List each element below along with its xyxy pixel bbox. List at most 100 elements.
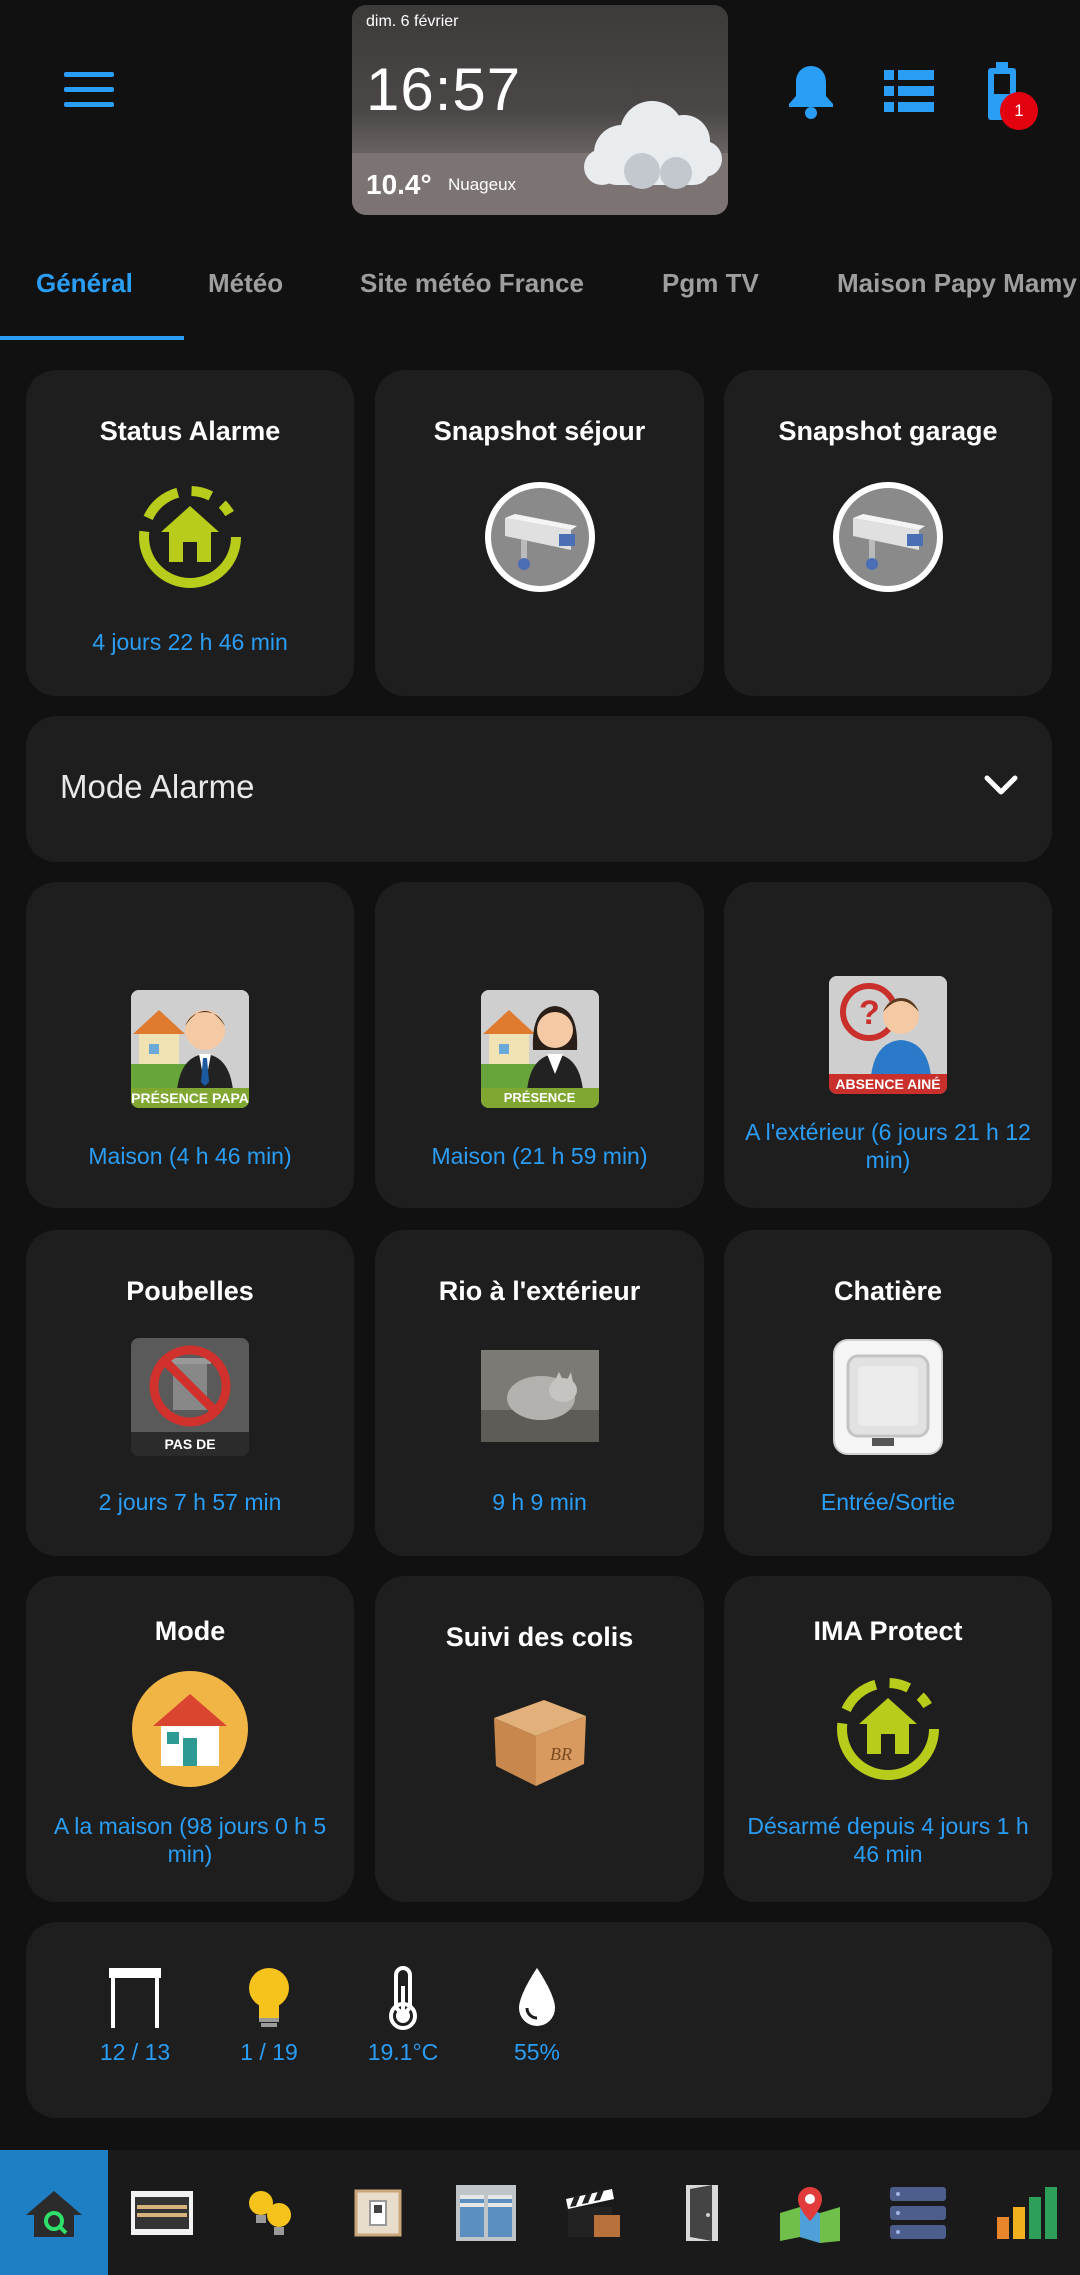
nav-lights[interactable] (216, 2150, 324, 2275)
nav-map[interactable] (756, 2150, 864, 2275)
alarm-house-icon (139, 486, 241, 588)
card-title: Chatière (833, 1276, 943, 1306)
card-ima-protect[interactable]: IMA Protect Désarmé depuis 4 jours 1 h 4… (724, 1576, 1052, 1902)
package-icon: BR (493, 1700, 586, 1786)
tab-maison-papy-mamy[interactable]: Maison Papy Mamy (837, 268, 1077, 299)
card-chatiere[interactable]: Chatière Entrée/Sortie (724, 1230, 1052, 1556)
tab-general[interactable]: Général (36, 268, 133, 299)
light-bulb-icon (249, 1968, 289, 2027)
weather-temperature: 10.4° (366, 169, 432, 200)
cloud-icon (584, 101, 722, 189)
card-state: Entrée/Sortie (820, 1489, 956, 1515)
cat-flap-icon (833, 1339, 943, 1455)
card-title: Mode (154, 1616, 226, 1646)
active-tab-indicator (0, 336, 184, 340)
clapperboard-icon (566, 2188, 620, 2237)
shutters-icon (456, 2184, 516, 2241)
person-woman-icon: PRÉSENCE MAMAN (480, 990, 599, 1108)
mode-alarme-select[interactable]: Mode Alarme (26, 716, 1052, 862)
weather-condition: Nuageux (448, 175, 517, 194)
sensor-shutters[interactable]: 12 / 13 (80, 1966, 190, 2066)
presence-badge: PRÉSENCE PAPA (131, 1088, 249, 1108)
bell-icon[interactable] (786, 62, 836, 120)
nav-blinds[interactable] (108, 2150, 216, 2275)
card-state: Maison (21 h 59 min) (431, 1143, 648, 1169)
shutter-icon (109, 1968, 161, 2028)
sensor-value: 12 / 13 (99, 2039, 171, 2065)
person-man-icon: PRÉSENCE PAPA (131, 990, 249, 1108)
card-title: Rio à l'extérieur (438, 1276, 641, 1306)
alarm-house-icon (837, 1678, 939, 1780)
water-drop-icon (519, 1968, 555, 2026)
card-title: Status Alarme (99, 416, 281, 446)
svg-text:?: ? (859, 994, 880, 1032)
light-bulbs-icon (249, 2190, 291, 2235)
presence-badge: PRÉSENCE MAMAN (480, 1088, 599, 1108)
card-mode[interactable]: Mode A la maison (98 jours 0 h 5 min) (26, 1576, 354, 1902)
card-snapshot-sejour[interactable]: Snapshot séjour (375, 370, 704, 696)
card-state: A la maison (98 jours 0 h 5 min) (53, 1813, 327, 1867)
sensor-value: 19.1°C (367, 2039, 439, 2065)
tab-pgm-tv[interactable]: Pgm TV (662, 268, 759, 299)
card-state: Désarmé depuis 4 jours 1 h 46 min (747, 1813, 1029, 1867)
sensor-temperature[interactable]: 19.1°C (348, 1966, 458, 2066)
card-rio[interactable]: Rio à l'extérieur 9 h 9 min (375, 1230, 704, 1556)
camera-icon (833, 482, 943, 592)
card-state: Maison (4 h 46 min) (88, 1143, 292, 1169)
card-state: 9 h 9 min (492, 1489, 587, 1515)
sensor-value: 55% (513, 2039, 561, 2065)
nav-stats[interactable] (972, 2150, 1080, 2275)
thermometer-icon (389, 1966, 417, 2030)
map-icon (780, 2186, 840, 2243)
nav-media[interactable] (540, 2150, 648, 2275)
card-state: 4 jours 22 h 46 min (92, 629, 288, 655)
bar-chart-icon (997, 2186, 1057, 2239)
card-presence-papa[interactable]: PRÉSENCE PAPA Maison (4 h 46 min) (26, 882, 354, 1208)
door-icon (686, 2184, 718, 2241)
cat-photo-icon (480, 1350, 599, 1442)
tab-site-meteo-france[interactable]: Site météo France (360, 268, 584, 299)
blinds-icon (131, 2190, 193, 2235)
card-title: Suivi des colis (445, 1622, 634, 1652)
sensors-card: 12 / 13 1 / 19 19.1°C 55% (26, 1922, 1052, 2118)
card-suivi-colis[interactable]: Suivi des colis BR (375, 1576, 704, 1902)
card-status-alarme[interactable]: Status Alarme 4 jours 22 h 46 min (26, 370, 354, 696)
svg-text:BR: BR (550, 1744, 572, 1764)
card-presence-maman[interactable]: PRÉSENCE MAMAN Maison (21 h 59 min) (375, 882, 704, 1208)
sensor-value: 1 / 19 (240, 2039, 298, 2065)
chevron-down-icon[interactable] (984, 774, 1018, 796)
nav-server[interactable] (864, 2150, 972, 2275)
bottom-navigation (0, 2150, 1080, 2275)
card-poubelles[interactable]: Poubelles PAS DE POUBELLE 2 jours 7 h 57… (26, 1230, 354, 1556)
nav-home[interactable] (0, 2150, 108, 2275)
hamburger-menu-icon[interactable] (64, 72, 114, 108)
weather-date: dim. 6 février (366, 13, 459, 30)
card-title: Snapshot garage (778, 416, 998, 446)
nav-shutters[interactable] (432, 2150, 540, 2275)
card-title: Poubelles (126, 1276, 254, 1306)
nav-door[interactable] (648, 2150, 756, 2275)
home-search-icon (26, 2190, 82, 2237)
home-icon (132, 1671, 248, 1787)
camera-icon (484, 482, 595, 592)
card-snapshot-garage[interactable]: Snapshot garage (724, 370, 1052, 696)
card-absence-aine[interactable]: ? ABSENCE AINÉ A l'extérieur (6 jours 21… (724, 882, 1052, 1208)
presence-badge: ABSENCE AINÉ (829, 1074, 947, 1094)
notification-badge: 1 (1000, 92, 1038, 130)
switch-icon (354, 2189, 402, 2236)
weather-time: 16:57 (366, 56, 522, 123)
tab-bar: Général Météo Site météo France Pgm TV M… (0, 240, 1080, 340)
sensor-lights[interactable]: 1 / 19 (214, 1966, 324, 2066)
card-title: Snapshot séjour (433, 416, 646, 446)
server-icon (890, 2186, 946, 2239)
trash-badge: PAS DE POUBELLE (131, 1432, 249, 1456)
card-title: IMA Protect (813, 1616, 963, 1646)
sensor-humidity[interactable]: 55% (482, 1966, 592, 2066)
nav-switch[interactable] (324, 2150, 432, 2275)
card-state: 2 jours 7 h 57 min (98, 1489, 282, 1515)
card-state: A l'extérieur (6 jours 21 h 12 min) (745, 1119, 1031, 1173)
weather-widget[interactable]: dim. 6 février 16:57 10.4° Nuageux (352, 5, 728, 215)
list-icon[interactable] (884, 70, 934, 112)
tab-meteo[interactable]: Météo (208, 268, 283, 299)
no-trash-icon: PAS DE POUBELLE (131, 1338, 249, 1456)
